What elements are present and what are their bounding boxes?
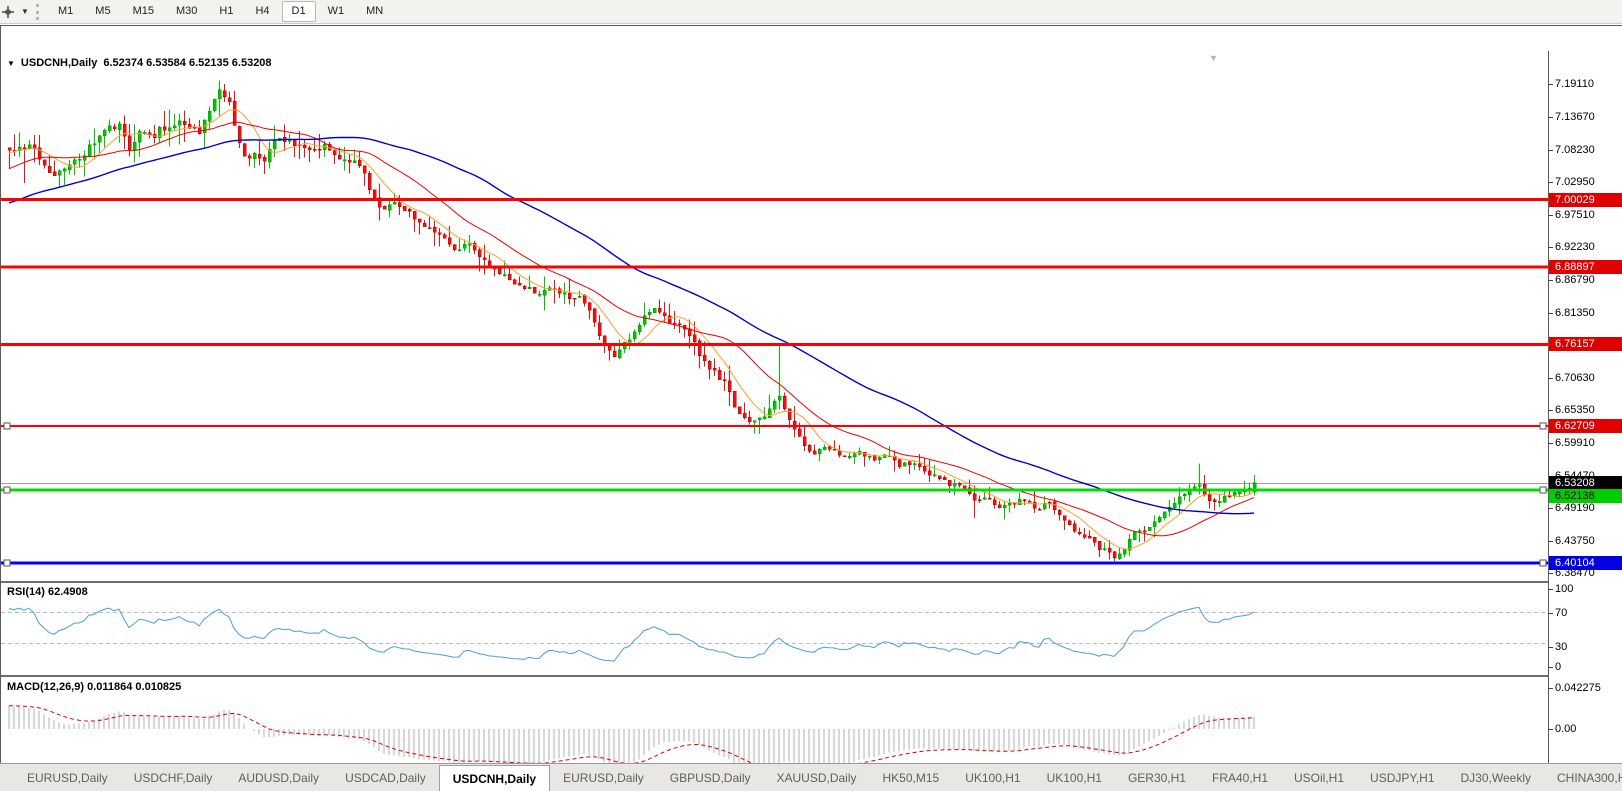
axis-tick — [1548, 613, 1553, 614]
price-tick-label: 6.59910 — [1555, 437, 1595, 449]
price-tick-label: 7.19110 — [1555, 78, 1594, 90]
symbol-tab-uk100[interactable]: UK100,H1 — [952, 764, 1033, 791]
symbol-tab-uk100[interactable]: UK100,H1 — [1034, 764, 1115, 791]
ma-21-line — [9, 122, 1254, 536]
main-chart-canvas[interactable] — [1, 51, 1548, 581]
axis-tick — [1548, 573, 1553, 574]
axis-tick — [1548, 410, 1553, 411]
price-tick-label: 6.97510 — [1555, 209, 1595, 221]
price-tick-label: 6.49190 — [1555, 502, 1595, 514]
axis-tick — [1548, 647, 1553, 648]
horizontal-lines — [1, 200, 1548, 566]
chart-ohlc-values: 6.52374 6.53584 6.52135 6.53208 — [103, 57, 271, 69]
axis-tick — [1548, 378, 1553, 379]
axis-tick — [1548, 150, 1553, 151]
toolbar-grip — [36, 4, 41, 20]
axis-tick — [1548, 313, 1553, 314]
cursor-dropdown-icon[interactable]: ▼ — [18, 7, 32, 16]
symbol-tab-usdcad[interactable]: USDCAD,Daily — [332, 764, 439, 791]
chart-window[interactable]: ▼ USDCNH,Daily 6.52374 6.53584 6.52135 6… — [0, 25, 1622, 763]
hline-price-label: 6.40104 — [1549, 556, 1622, 570]
timeframe-button-mn[interactable]: MN — [356, 1, 393, 22]
axis-tick — [1548, 117, 1553, 118]
timeframe-button-m30[interactable]: M30 — [166, 1, 207, 22]
axis-tick — [1548, 84, 1553, 85]
macd-panel-canvas[interactable] — [1, 677, 1548, 770]
price-tick-label: 7.02950 — [1555, 176, 1595, 188]
macd-scale-label: 0.042275 — [1555, 682, 1601, 694]
chart-collapse-icon[interactable]: ▼ — [7, 59, 15, 68]
timeframe-button-m5[interactable]: M5 — [85, 1, 120, 22]
chart-title: ▼ USDCNH,Daily 6.52374 6.53584 6.52135 6… — [7, 57, 272, 69]
chart-shift-marker-icon[interactable]: ▼ — [1209, 53, 1218, 63]
crosshair-icon[interactable] — [0, 3, 18, 21]
symbol-tab-eurusd[interactable]: EURUSD,Daily — [14, 764, 121, 791]
axis-tick — [1548, 729, 1553, 730]
hline-price-label: 6.76157 — [1549, 337, 1622, 351]
symbol-tab-dj30[interactable]: DJ30,Weekly — [1448, 764, 1544, 791]
hline-price-label: 6.88897 — [1549, 260, 1622, 274]
price-tick-label: 6.70630 — [1555, 372, 1595, 384]
hline-price-label: 7.00029 — [1549, 193, 1622, 207]
symbol-tab-usdchf[interactable]: USDCHF,Daily — [121, 764, 226, 791]
price-tick-label: 6.43750 — [1555, 535, 1595, 547]
symbol-tab-audusd[interactable]: AUDUSD,Daily — [225, 764, 332, 791]
symbol-tab-xauusd[interactable]: XAUUSD,Daily — [763, 764, 869, 791]
symbol-tab-china300[interactable]: CHINA300,H1 — [1544, 764, 1622, 791]
symbol-tab-usoil[interactable]: USOil,H1 — [1281, 764, 1357, 791]
rsi-scale-label: 30 — [1555, 641, 1567, 653]
symbol-tab-usdjpy[interactable]: USDJPY,H1 — [1357, 764, 1447, 791]
axis-tick — [1548, 443, 1553, 444]
ma-55-line — [9, 137, 1254, 513]
price-tick-label: 6.86790 — [1555, 274, 1595, 286]
hline-price-label: 6.62709 — [1549, 419, 1622, 433]
macd-scale-label: 0.00 — [1555, 723, 1576, 735]
hline-price-label: 6.52138 — [1549, 489, 1622, 503]
axis-tick — [1548, 541, 1553, 542]
axis-tick — [1548, 182, 1553, 183]
current-price-label: 6.53208 — [1549, 476, 1622, 490]
axis-tick — [1548, 667, 1553, 668]
timeframe-toolbar: ▼ M1M5M15M30H1H4D1W1MN — [0, 0, 1622, 24]
rsi-panel-canvas[interactable] — [1, 583, 1548, 675]
timeframe-button-m1[interactable]: M1 — [48, 1, 83, 22]
axis-tick — [1548, 215, 1553, 216]
axis-tick — [1548, 247, 1553, 248]
axis-tick — [1548, 508, 1553, 509]
macd-histogram — [9, 705, 1254, 768]
macd-signal-line — [9, 706, 1254, 768]
price-tick-label: 6.65350 — [1555, 404, 1595, 416]
rsi-panel-title: RSI(14) 62.4908 — [7, 586, 88, 598]
chart-symbol-period: USDCNH,Daily — [21, 57, 97, 69]
axis-tick — [1548, 589, 1553, 590]
timeframe-button-d1[interactable]: D1 — [282, 1, 316, 22]
price-axis[interactable]: 7.19110 7.13670 7.08230 7.02950 6.97510 6.922… — [1549, 51, 1622, 770]
price-tick-label: 7.13670 — [1555, 111, 1595, 123]
rsi-scale-label: 70 — [1555, 607, 1567, 619]
rsi-scale-label: 0 — [1555, 661, 1561, 673]
price-tick-label: 6.92230 — [1555, 241, 1595, 253]
symbol-tab-hk50[interactable]: HK50,M15 — [870, 764, 953, 791]
axis-tick — [1548, 280, 1553, 281]
price-tick-label: 6.81350 — [1555, 307, 1595, 319]
symbol-tab-ger30[interactable]: GER30,H1 — [1115, 764, 1199, 791]
symbol-tab-gbpusd[interactable]: GBPUSD,Daily — [657, 764, 764, 791]
terminal-screen: ▼ M1M5M15M30H1H4D1W1MN ▼ USDCNH,Daily 6.… — [0, 0, 1622, 791]
symbol-tab-bar: EURUSD,DailyUSDCHF,DailyAUDUSD,DailyUSDC… — [0, 763, 1622, 791]
rsi-scale-label: 100 — [1555, 583, 1573, 595]
rsi-line — [9, 607, 1254, 661]
timeframe-button-m15[interactable]: M15 — [123, 1, 164, 22]
timeframe-button-h4[interactable]: H4 — [245, 1, 279, 22]
symbol-tab-usdcnh-active[interactable]: USDCNH,Daily — [439, 765, 550, 791]
axis-tick — [1548, 688, 1553, 689]
timeframe-button-w1[interactable]: W1 — [318, 1, 355, 22]
macd-panel-title: MACD(12,26,9) 0.011864 0.010825 — [7, 681, 181, 693]
price-tick-label: 7.08230 — [1555, 144, 1595, 156]
timeframe-button-h1[interactable]: H1 — [209, 1, 243, 22]
symbol-tab-eurusd[interactable]: EURUSD,Daily — [550, 764, 657, 791]
symbol-tab-fra40[interactable]: FRA40,H1 — [1199, 764, 1281, 791]
